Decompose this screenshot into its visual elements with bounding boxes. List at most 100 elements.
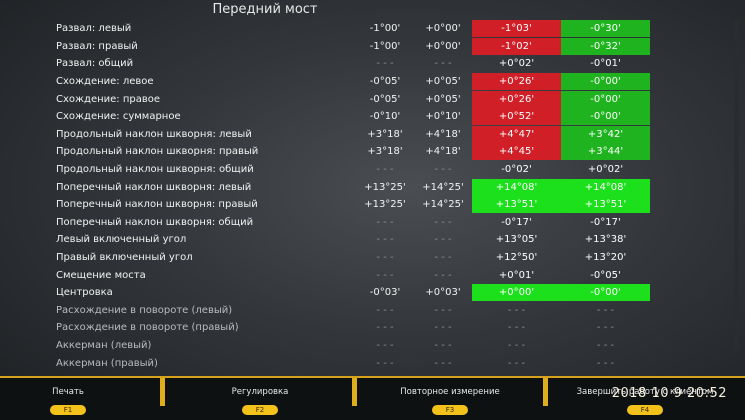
max-tolerance-value: +0°00' (425, 23, 461, 35)
adjust-button[interactable]: Регулировка F2 (200, 382, 320, 415)
min-tolerance-value: - - - (376, 234, 394, 246)
min-tolerance-value: -0°05' (369, 93, 401, 105)
table-row: Поперечный наклон шкворня: левый +13°25' +… (56, 178, 656, 196)
after-value-cell: +13°20' (584, 252, 627, 264)
min-tolerance-value: +3°18' (367, 146, 403, 158)
row-label: Аккерман (правый) (56, 357, 158, 369)
max-tolerance-value: +0°10' (425, 111, 461, 123)
table-row: Развал: левый -1°00' +0°00' -1°03' -0°30' (56, 20, 656, 38)
after-value-cell: - - - (596, 304, 615, 316)
min-tolerance-value: -0°03' (369, 287, 401, 299)
table-row: Продольный наклон шкворня: левый +3°18' +4… (56, 125, 656, 144)
max-tolerance-value: +0°00' (425, 40, 461, 52)
before-value-cell: +12°50' (495, 252, 538, 264)
max-tolerance-value: +4°18' (425, 128, 461, 140)
after-value-cell: +3°44' (561, 143, 650, 161)
before-value-cell: +14°08' (472, 178, 561, 196)
before-value-cell: +4°47' (472, 125, 561, 143)
after-value-cell: -0°00' (561, 284, 650, 302)
before-value-cell: -0°17' (501, 216, 532, 228)
before-value-cell: +4°45' (472, 143, 561, 161)
row-label: Поперечный наклон шкворня: левый (56, 181, 252, 193)
min-tolerance-value: - - - (376, 58, 394, 70)
max-tolerance-value: +0°05' (425, 93, 461, 105)
min-tolerance-value: -0°10' (369, 111, 401, 123)
before-value-cell: -1°03' (472, 20, 561, 38)
before-value-cell: +0°01' (498, 269, 535, 281)
print-button-label: Печать (52, 387, 84, 397)
adjust-button-label: Регулировка (231, 387, 289, 397)
after-value-cell: -0°01' (590, 58, 621, 70)
after-value-cell: -0°00' (561, 73, 650, 91)
table-row: Поперечный наклон шкворня: общий - - - - -… (56, 214, 656, 232)
print-button[interactable]: Печать F1 (8, 382, 128, 415)
row-label: Поперечный наклон шкворня: общий (56, 216, 254, 228)
toolbar-divider (543, 378, 548, 406)
table-row: Аккерман (левый) - - - - - - - - - - - - (56, 337, 656, 355)
row-label: Аккерман (левый) (56, 339, 152, 351)
row-label: Развал: правый (56, 40, 138, 52)
row-label: Смещение моста (56, 269, 146, 281)
before-value-cell: +13°05' (495, 234, 538, 246)
row-label: Продольный наклон шкворня: общий (56, 164, 254, 176)
max-tolerance-value: - - - (434, 339, 452, 351)
row-label: Схождение: суммарное (56, 111, 181, 123)
before-value-cell: +0°26' (472, 90, 561, 108)
min-tolerance-value: - - - (376, 269, 394, 281)
max-tolerance-value: +14°25' (422, 199, 464, 211)
after-value-cell: -0°32' (561, 37, 650, 55)
max-tolerance-value: - - - (434, 322, 452, 334)
min-tolerance-value: - - - (376, 339, 394, 351)
row-label: Продольный наклон шкворня: правый (56, 146, 259, 158)
min-tolerance-value: +13°25' (364, 181, 406, 193)
before-value-cell: - - - (507, 322, 526, 334)
row-label: Поперечный наклон шкворня: правый (56, 199, 258, 211)
max-tolerance-value: - - - (434, 269, 452, 281)
max-tolerance-value: - - - (434, 234, 452, 246)
max-tolerance-value: +0°03' (425, 287, 461, 299)
before-value-cell: - - - (507, 357, 526, 369)
scrollbar[interactable] (734, 20, 739, 350)
before-value-cell: +13°51' (472, 196, 561, 214)
table-row: Продольный наклон шкворня: общий - - - - -… (56, 161, 656, 179)
after-value-cell: - - - (596, 339, 615, 351)
row-label: Расхождение в повороте (правый) (56, 322, 239, 334)
after-value-cell: -0°30' (561, 20, 650, 38)
f3-key-badge: F3 (432, 405, 468, 415)
after-value-cell: -0°00' (561, 108, 650, 126)
toolbar-divider (160, 378, 165, 406)
before-value-cell: - - - (507, 304, 526, 316)
after-value-cell: -0°00' (561, 90, 650, 108)
row-label: Схождение: правое (56, 93, 161, 105)
table-row: Схождение: левое -0°05' +0°05' +0°26' -0°00' (56, 73, 656, 91)
f2-key-badge: F2 (242, 405, 278, 415)
table-row: Схождение: правое -0°05' +0°05' +0°26' -0°00… (56, 90, 656, 108)
row-label: Левый включенный угол (56, 234, 187, 246)
max-tolerance-value: - - - (434, 164, 452, 176)
after-value-cell: -0°05' (590, 269, 621, 281)
min-tolerance-value: +13°25' (364, 199, 406, 211)
min-tolerance-value: - - - (376, 216, 394, 228)
table-row: Расхождение в повороте (правый) - - - - - … (56, 319, 656, 337)
before-value-cell: +0°00' (472, 284, 561, 302)
table-row: Аккерман (правый) - - - - - - - - - - - - (56, 354, 656, 372)
row-label: Продольный наклон шкворня: левый (56, 128, 252, 140)
before-value-cell: +0°02' (498, 58, 535, 70)
after-value-cell: +0°02' (587, 164, 624, 176)
remeasure-button[interactable]: Повторное измерение F3 (380, 382, 520, 415)
table-row: Левый включенный угол - - - - - - +13°05' +1… (56, 231, 656, 249)
remeasure-button-label: Повторное измерение (400, 387, 500, 397)
max-tolerance-value: - - - (434, 58, 452, 70)
min-tolerance-value: +3°18' (367, 128, 403, 140)
row-label: Центровка (56, 287, 113, 299)
min-tolerance-value: - - - (376, 322, 394, 334)
after-value-cell: +3°42' (561, 125, 650, 143)
max-tolerance-value: - - - (434, 216, 452, 228)
max-tolerance-value: - - - (434, 304, 452, 316)
min-tolerance-value: - - - (376, 164, 394, 176)
toolbar-divider (352, 378, 357, 406)
max-tolerance-value: +4°18' (425, 146, 461, 158)
after-value-cell: +14°08' (561, 178, 650, 196)
table-row: Смещение моста - - - - - - +0°01' -0°05' (56, 266, 656, 284)
before-value-cell: +0°52' (472, 108, 561, 126)
